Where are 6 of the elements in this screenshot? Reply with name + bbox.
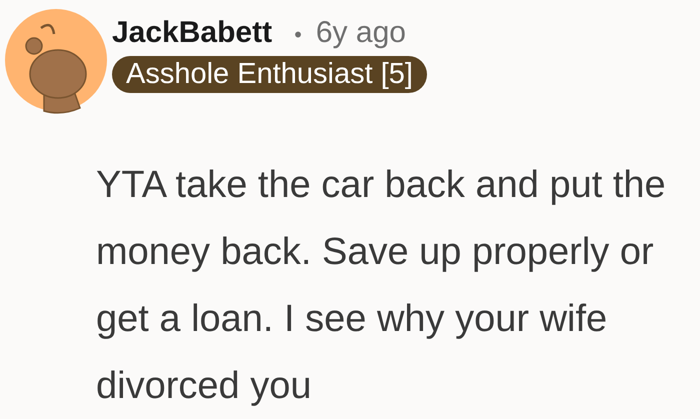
avatar-icon [4,6,108,114]
separator-dot: • [292,23,304,47]
timestamp: 6y ago [316,16,406,50]
username[interactable]: JackBabett [112,16,272,50]
comment-text: YTA take the car back and put the money back. Save up properly or get a loan. I see why your wife divorced you [96,163,667,409]
user-flair: Asshole Enthusiast [5] [112,56,427,93]
